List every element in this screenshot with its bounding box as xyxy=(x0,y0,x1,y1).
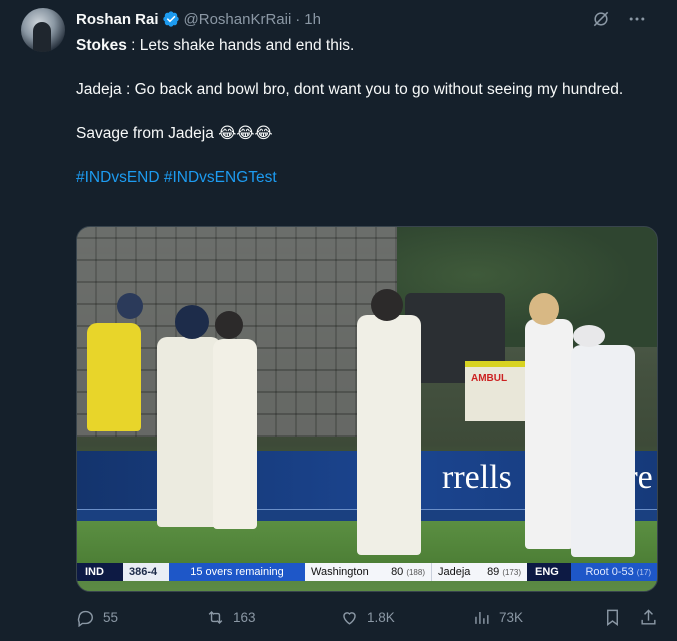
tweet-header: Roshan Rai @RoshanKrRaii · 1h xyxy=(76,9,661,29)
more-options-icon[interactable] xyxy=(627,9,647,29)
bowler-figures: Root 0-53 xyxy=(585,566,634,578)
header-icons xyxy=(591,9,647,29)
player-yellow-vest xyxy=(87,323,141,431)
verified-badge-icon xyxy=(162,11,179,27)
timestamp[interactable]: 1h xyxy=(304,11,321,28)
umpire xyxy=(571,345,635,557)
views-count: 73K xyxy=(499,609,524,625)
avatar[interactable] xyxy=(21,8,65,52)
batter-2: Jadeja 89 (173) xyxy=(431,563,527,581)
share-button[interactable] xyxy=(639,605,658,629)
batter-1-name: Washington xyxy=(311,566,369,578)
batter-1-runs: 80 xyxy=(391,566,404,578)
score-team: IND xyxy=(77,563,123,581)
views-button[interactable]: 73K xyxy=(472,605,523,629)
player-head xyxy=(117,293,143,319)
repost-button[interactable]: 163 xyxy=(206,605,256,629)
heart-icon xyxy=(343,611,356,625)
batter-1: Washington 80 (188) xyxy=(305,563,431,581)
scoreboard: IND 386-4 15 overs remaining Washington … xyxy=(77,563,657,581)
author-name[interactable]: Roshan Rai xyxy=(76,11,159,28)
stokes-line: : Lets shake hands and end this. xyxy=(126,37,355,54)
reply-icon xyxy=(77,610,93,627)
batter-2-balls: (173) xyxy=(502,568,521,577)
savage-line: Savage from Jadeja 😂😂😂 xyxy=(76,125,273,142)
like-button[interactable]: 1.8K xyxy=(340,605,395,629)
player-stokes xyxy=(525,319,573,549)
tweet-actions: 55 163 1.8K 73K xyxy=(76,605,658,629)
board-text-mid: rrells xyxy=(442,459,512,496)
bookmark-icon xyxy=(607,609,618,626)
author-handle[interactable]: @RoshanKrRaii xyxy=(184,11,292,28)
player-jadeja xyxy=(213,339,257,529)
ambulance-label: AMBUL xyxy=(471,373,508,384)
bowler: Root 0-53 (17) xyxy=(571,563,657,581)
share-icon xyxy=(641,608,656,625)
bookmark-button[interactable] xyxy=(603,605,622,629)
jadeja-line: Jadeja : Go back and bowl bro, dont want… xyxy=(76,81,624,98)
reply-count: 55 xyxy=(103,609,119,625)
bowler-overs: (17) xyxy=(636,567,651,577)
tweet-media-image[interactable]: AMBUL Ta rrells rre IND 386-4 15 overs r… xyxy=(76,226,658,592)
separator-dot: · xyxy=(295,10,301,28)
views-icon xyxy=(475,611,489,624)
repost-icon xyxy=(208,610,223,624)
like-count: 1.8K xyxy=(367,609,395,625)
player-head xyxy=(573,325,605,347)
batter-2-name: Jadeja xyxy=(438,566,471,578)
repost-count: 163 xyxy=(233,609,256,625)
player-head xyxy=(215,311,243,339)
player-head xyxy=(371,289,403,321)
bowling-team: ENG xyxy=(527,563,571,581)
overs-remaining: 15 overs remaining xyxy=(169,563,305,581)
grok-icon[interactable] xyxy=(591,9,611,29)
batter-1-balls: (188) xyxy=(406,568,425,577)
speaker-stokes: Stokes xyxy=(76,37,127,54)
player-helmet xyxy=(157,337,221,527)
batter-2-runs: 89 xyxy=(487,566,500,578)
reply-button[interactable]: 55 xyxy=(76,605,118,629)
player-head xyxy=(529,293,559,325)
tweet-text: Stokes : Lets shake hands and end this. … xyxy=(76,35,636,189)
player-drinking xyxy=(357,315,421,555)
score-runs: 386-4 xyxy=(123,563,169,581)
player-head xyxy=(175,305,209,339)
hashtag-links[interactable]: #INDvsEND #INDvsENGTest xyxy=(76,169,277,186)
